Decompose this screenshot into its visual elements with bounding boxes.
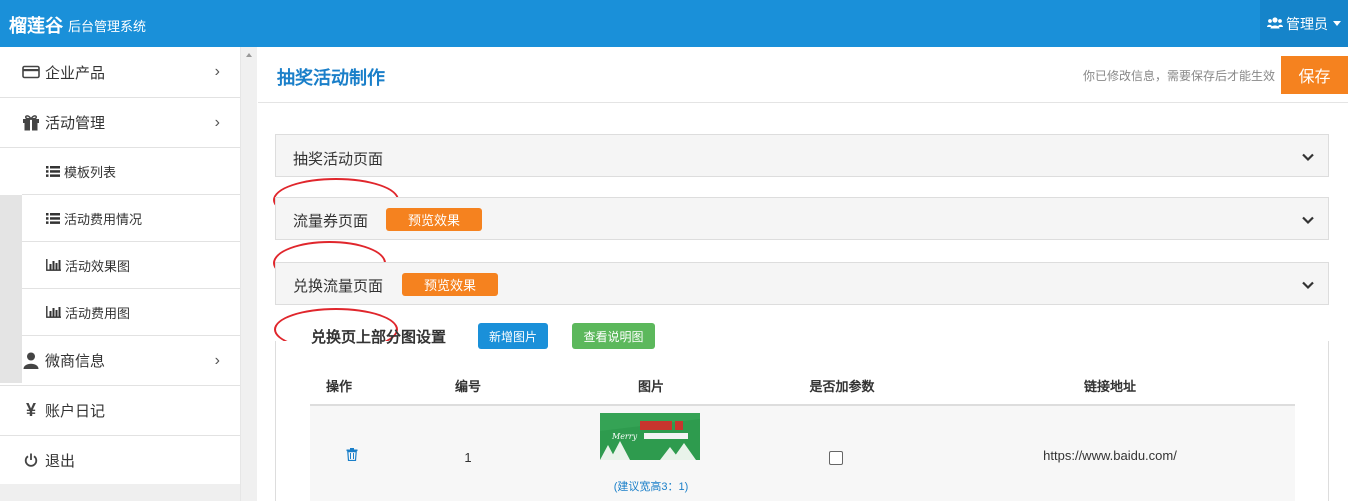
row-number: 1 xyxy=(464,450,472,465)
sidebar-subitem-effect-chart[interactable]: 活动效果图 xyxy=(22,242,240,289)
sidebar-subitem-template-list[interactable]: 模板列表 xyxy=(22,148,240,195)
list-icon xyxy=(46,212,60,224)
credit-card-icon xyxy=(21,65,41,79)
power-icon xyxy=(21,453,41,467)
column-header-number: 编号 xyxy=(454,379,482,394)
chevron-right-icon: › xyxy=(214,351,220,369)
column-header-action: 操作 xyxy=(325,379,353,394)
view-guide-button[interactable]: 查看说明图 xyxy=(572,323,655,349)
admin-menu[interactable]: 管理员 xyxy=(1260,0,1348,47)
sidebar-subitem-fee-chart[interactable]: 活动费用图 xyxy=(22,289,240,336)
chevron-down-icon[interactable] xyxy=(1302,151,1314,163)
column-header-param: 是否加参数 xyxy=(809,379,875,394)
sidebar-item-label: 企业产品 xyxy=(45,64,106,82)
unsaved-hint: 你已修改信息，需要保存后才能生效 xyxy=(1082,69,1275,83)
sidebar-item-label: 微商信息 xyxy=(45,353,106,370)
column-header-image: 图片 xyxy=(637,379,665,394)
yen-icon: ¥ xyxy=(25,400,36,420)
sidebar-item-label: 活动管理 xyxy=(45,115,106,132)
banner-thumbnail[interactable]: Merry xyxy=(600,413,700,460)
page-title: 抽奖活动制作 xyxy=(277,68,385,88)
christmas-banner-image: Merry xyxy=(600,413,700,460)
section-title: 兑换页上部分图设置 xyxy=(311,329,447,346)
param-checkbox[interactable] xyxy=(829,451,843,465)
sidebar: 企业产品 › 活动管理 › 模板列表 活动费用情况 活动效果图 活动费用图 微商… xyxy=(0,47,240,501)
sidebar-item-products[interactable]: 企业产品 › xyxy=(0,47,240,98)
bar-chart-icon xyxy=(46,259,61,271)
preview-button[interactable]: 预览效果 xyxy=(402,273,498,296)
page-header: 抽奖活动制作 你已修改信息，需要保存后才能生效 保存 xyxy=(258,47,1348,103)
sidebar-scrollbar[interactable] xyxy=(240,47,257,501)
column-header-link: 链接地址 xyxy=(1083,379,1137,394)
user-icon xyxy=(21,352,41,369)
chevron-down-icon[interactable] xyxy=(1302,214,1314,226)
sidebar-item-logout[interactable]: 退出 xyxy=(0,436,240,484)
admin-label: 管理员 xyxy=(1286,15,1328,32)
main-content: 抽奖活动制作 你已修改信息，需要保存后才能生效 保存 抽奖活动页面 流量券页面 … xyxy=(258,47,1348,501)
users-icon xyxy=(1267,16,1283,32)
sidebar-subitem-label: 模板列表 xyxy=(64,164,117,180)
caret-down-icon xyxy=(1333,21,1341,26)
panel-exchange-page[interactable]: 兑换流量页面 预览效果 xyxy=(275,262,1329,305)
scroll-up-arrow-icon[interactable] xyxy=(246,53,252,57)
top-image-settings: 兑换页上部分图设置 新增图片 查看说明图 操作 编号 图片 是否加参数 链接地址… xyxy=(275,323,1329,501)
bar-chart-icon xyxy=(46,306,61,318)
panel-title: 抽奖活动页面 xyxy=(293,151,384,168)
chevron-right-icon: › xyxy=(214,63,220,80)
link-url[interactable]: https://www.baidu.com/ xyxy=(1043,448,1177,463)
list-icon xyxy=(46,165,60,177)
image-size-hint: (建议宽高3：1) xyxy=(613,481,689,493)
sidebar-subitem-label: 活动效果图 xyxy=(65,258,131,274)
sidebar-item-account-log[interactable]: ¥ 账户日记 xyxy=(0,386,240,436)
sidebar-subitem-fee-status[interactable]: 活动费用情况 xyxy=(22,195,240,242)
brand-subtitle: 后台管理系统 xyxy=(68,19,147,34)
content-card: 抽奖活动页面 流量券页面 预览效果 兑换流量页面 预览效果 兑换页上部分图设置 … xyxy=(258,103,1348,501)
panel-coupon-page[interactable]: 流量券页面 预览效果 xyxy=(275,197,1329,240)
top-bar: 榴莲谷 后台管理系统 管理员 xyxy=(0,0,1348,47)
chevron-right-icon: › xyxy=(214,113,220,131)
save-button[interactable]: 保存 xyxy=(1281,56,1348,94)
sidebar-item-label: 账户日记 xyxy=(45,403,106,420)
sidebar-item-wechat-merchants[interactable]: 微商信息 › xyxy=(0,336,240,386)
sidebar-item-activities[interactable]: 活动管理 › xyxy=(0,98,240,148)
trash-icon[interactable] xyxy=(346,448,358,461)
preview-button[interactable]: 预览效果 xyxy=(386,208,482,231)
gift-icon xyxy=(21,114,41,131)
brand-logo[interactable]: 榴莲谷 xyxy=(9,12,63,38)
sidebar-footer xyxy=(0,484,240,501)
sidebar-item-label: 退出 xyxy=(45,452,76,470)
panel-title: 兑换流量页面 xyxy=(293,278,384,295)
svg-text:Merry: Merry xyxy=(611,432,638,441)
panel-lottery-page[interactable]: 抽奖活动页面 xyxy=(275,134,1329,177)
panel-title: 流量券页面 xyxy=(293,213,369,230)
chevron-down-icon[interactable] xyxy=(1302,279,1314,291)
sidebar-subitem-label: 活动费用图 xyxy=(65,305,131,321)
add-image-button[interactable]: 新增图片 xyxy=(478,323,548,349)
sidebar-subitem-label: 活动费用情况 xyxy=(64,211,143,227)
